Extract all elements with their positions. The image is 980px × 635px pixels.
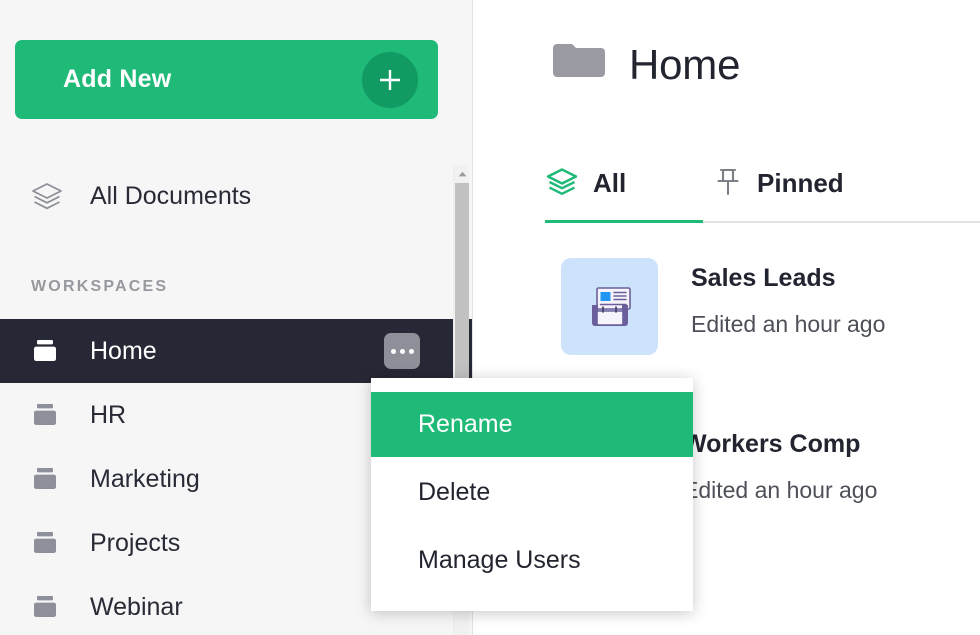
document-list-item[interactable]: Sales Leads Edited an hour ago	[561, 258, 885, 355]
sidebar-item-label: Marketing	[90, 465, 200, 494]
caret-up-icon[interactable]	[454, 165, 470, 182]
sidebar-item-label: All Documents	[90, 182, 251, 211]
sidebar-section-title: WORKSPACES	[31, 278, 168, 296]
folder-icon	[551, 40, 607, 89]
app-window: Add New All Documents WORKSPACES	[0, 0, 980, 635]
sidebar-item-label: HR	[90, 401, 126, 430]
briefcase-icon	[30, 592, 70, 622]
tab-all[interactable]: All	[545, 157, 626, 223]
page-title: Home	[629, 41, 740, 89]
layers-icon	[30, 181, 70, 211]
layers-icon	[545, 167, 579, 200]
menu-item-delete[interactable]: Delete	[371, 460, 693, 525]
inbox-document-icon	[561, 258, 658, 355]
briefcase-icon	[30, 336, 70, 366]
document-list-item[interactable]: Workers Comp Edited an hour ago	[683, 424, 877, 504]
sidebar-item-home[interactable]: Home	[0, 319, 473, 383]
briefcase-icon	[30, 400, 70, 430]
document-title: Sales Leads	[691, 264, 885, 293]
kebab-dot	[400, 349, 405, 354]
kebab-dot	[409, 349, 414, 354]
tab-label: Pinned	[757, 168, 844, 199]
tab-bar: All Pinned	[473, 157, 980, 223]
document-title: Workers Comp	[683, 430, 877, 459]
pin-icon	[713, 166, 743, 201]
tab-label: All	[593, 168, 626, 199]
context-menu: Rename Delete Manage Users	[371, 378, 693, 611]
sidebar-item-label: Projects	[90, 529, 180, 558]
add-new-button[interactable]: Add New	[15, 40, 438, 119]
ellipsis-icon[interactable]	[384, 333, 420, 369]
kebab-dot	[391, 349, 396, 354]
menu-item-manage-users[interactable]: Manage Users	[371, 528, 693, 593]
document-meta: Sales Leads Edited an hour ago	[691, 258, 885, 338]
sidebar-item-label: Webinar	[90, 593, 183, 622]
tab-pinned[interactable]: Pinned	[713, 157, 844, 223]
sidebar-item-all-documents[interactable]: All Documents	[0, 164, 473, 228]
briefcase-icon	[30, 528, 70, 558]
briefcase-icon	[30, 464, 70, 494]
document-subtitle: Edited an hour ago	[683, 477, 877, 504]
document-subtitle: Edited an hour ago	[691, 311, 885, 338]
document-meta: Workers Comp Edited an hour ago	[683, 424, 877, 504]
add-new-label: Add New	[63, 65, 362, 94]
sidebar-item-label: Home	[90, 337, 157, 366]
plus-icon	[362, 52, 418, 108]
page-header: Home	[551, 40, 740, 89]
tab-active-indicator	[545, 220, 703, 223]
menu-item-rename[interactable]: Rename	[371, 392, 693, 457]
